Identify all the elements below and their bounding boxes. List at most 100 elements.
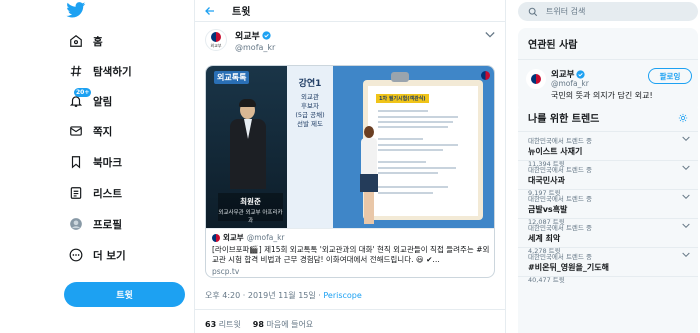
tweet-timestamp: 오후 4:20 · 2019년 11월 15일 · Periscope: [205, 290, 362, 301]
slide-illustration: 1차 필기시험(객관식): [333, 66, 494, 228]
search-icon: [528, 7, 538, 16]
more-icon: [68, 247, 84, 263]
trend-context: 대한민국에서 트렌드 중: [528, 224, 592, 232]
retweets-stat[interactable]: 63 리트윗: [205, 319, 241, 330]
trend-item[interactable]: 대한민국에서 트렌드 중 대국민사과 9,197 트윗: [518, 161, 698, 197]
mofa-seal-icon: [211, 31, 221, 42]
verified-badge-icon: [576, 69, 586, 79]
nav-bookmarks-label: 북마크: [93, 156, 122, 169]
nav-notifications[interactable]: 20+ 알림: [68, 88, 112, 112]
card-avatar: [212, 233, 220, 242]
lecture-topic: 외교관 후보자 (5급 공채) 선발 제도: [295, 93, 325, 128]
chevron-down-icon[interactable]: [682, 165, 690, 171]
gear-icon[interactable]: [678, 113, 688, 123]
trend-item[interactable]: 대한민국에서 트렌드 중 #비온뒤_영원을_기도해 40,477 트윗: [518, 248, 698, 284]
nav-lists-label: 리스트: [93, 187, 122, 200]
trend-item[interactable]: 대한민국에서 트렌드 중 금발vs흑발 12,087 트윗: [518, 190, 698, 226]
likes-stat[interactable]: 98 마음에 들어요: [253, 319, 313, 330]
nav-explore[interactable]: 탐색하기: [68, 60, 132, 82]
notification-badge: 20+: [74, 88, 92, 97]
trend-item[interactable]: 대한민국에서 트렌드 중 세계 최악 4,278 트윗: [518, 219, 698, 255]
left-navigation: 홈 탐색하기 20+ 알림 쪽지 북마크 리스트 프로필 더 보기 트윗: [0, 0, 195, 333]
bell-icon: 20+: [68, 88, 92, 109]
nav-home[interactable]: 홈: [68, 30, 103, 52]
chevron-down-icon[interactable]: [682, 252, 690, 258]
tweet-detail-column: 트윗 외교부 외교부 @mofa_kr 외교톡톡 최원준 외교사무관 외교부 아…: [195, 0, 506, 333]
nav-messages-label: 쪽지: [93, 125, 113, 138]
verified-badge-icon: [262, 31, 271, 40]
card-author-name: 외교부: [223, 233, 244, 242]
envelope-icon: [68, 123, 84, 139]
trend-context: 대한민국에서 트렌드 중: [528, 137, 592, 145]
nav-explore-label: 탐색하기: [93, 65, 132, 78]
main-header: 트윗: [195, 0, 505, 22]
nav-more[interactable]: 더 보기: [68, 244, 126, 266]
timestamp-text: 오후 4:20 · 2019년 11월 15일 ·: [205, 291, 324, 300]
author-handle: @mofa_kr: [235, 43, 276, 52]
card-details: 외교부 @mofa_kr [라이브포파🎬] 제15회 외교톡톡 '외교관과의 대…: [206, 228, 494, 277]
right-sidebar: 연관된 사람 외교부 @mofa_kr 국민의 뜻과 의지가 담긴 외교! 팔로…: [506, 0, 700, 333]
related-user-avatar[interactable]: [526, 69, 546, 89]
video-speaker-panel: 외교톡톡 최원준 외교사무관 외교부 아프리카과: [206, 66, 287, 228]
tweet-stats: 63 리트윗 98 마음에 들어요: [195, 309, 506, 330]
source-link[interactable]: Periscope: [323, 291, 361, 300]
back-arrow-icon[interactable]: [204, 3, 220, 19]
avatar-caption: 외교부: [210, 42, 222, 48]
nav-messages[interactable]: 쪽지: [68, 120, 112, 142]
retweets-label: 리트윗: [218, 320, 241, 329]
trend-name: 대국민사과: [528, 176, 565, 185]
card-text: [라이브포파🎬] 제15회 외교톡톡 '외교관과의 대화' 현직 외교관들이 직…: [212, 245, 490, 264]
profile-icon: [68, 216, 84, 232]
slide-title: 1차 필기시험(객관식): [376, 94, 429, 103]
author-name[interactable]: 외교부: [235, 29, 260, 42]
bookmark-icon: [68, 154, 84, 170]
chevron-down-icon[interactable]: [682, 194, 690, 200]
retweets-count: 63: [205, 320, 217, 329]
trend-item[interactable]: 대한민국에서 트렌드 중 뉴이스트 사재기 11,394 트윗: [518, 132, 698, 168]
presenter-illustration: [358, 126, 380, 226]
speaker-role: 외교사무관 외교부 아프리카과: [218, 210, 283, 224]
card-link[interactable]: pscp.tv: [212, 267, 490, 276]
nav-lists[interactable]: 리스트: [68, 182, 122, 204]
nav-profile[interactable]: 프로필: [68, 213, 122, 235]
trends-title: 나를 위한 트렌드: [528, 114, 600, 125]
hashtag-icon: [68, 63, 84, 79]
trend-count: 40,477 트윗: [528, 276, 565, 284]
twitter-logo-icon[interactable]: [66, 2, 86, 18]
card-author-handle: @mofa_kr: [246, 233, 285, 242]
chevron-down-icon[interactable]: [682, 223, 690, 229]
video-thumbnail[interactable]: 외교톡톡 최원준 외교사무관 외교부 아프리카과 강연1 외교관 후보자 (5급…: [206, 66, 494, 228]
speaker-figure: [228, 99, 268, 191]
nav-bookmarks[interactable]: 북마크: [68, 151, 122, 173]
tweet-author[interactable]: 외교부 외교부 @mofa_kr: [205, 29, 275, 52]
following-button[interactable]: 팔로잉: [648, 68, 692, 84]
trend-name: 뉴이스트 사재기: [528, 147, 583, 156]
related-people-panel: 연관된 사람 외교부 @mofa_kr 국민의 뜻과 의지가 담긴 외교! 팔로…: [518, 28, 698, 113]
lecture-title-panel: 강연1 외교관 후보자 (5급 공채) 선발 제도: [287, 66, 333, 228]
chevron-down-icon[interactable]: [682, 136, 690, 142]
nav-profile-label: 프로필: [93, 218, 122, 231]
speaker-name: 최원준: [240, 197, 261, 206]
trend-name: 금발vs흑발: [528, 205, 568, 214]
search-input[interactable]: [546, 7, 686, 16]
chevron-down-icon[interactable]: [485, 31, 495, 39]
likes-label: 마음에 들어요: [266, 320, 314, 329]
trend-context: 대한민국에서 트렌드 중: [528, 166, 592, 174]
likes-count: 98: [252, 320, 264, 329]
trend-name: #비온뒤_영원을_기도해: [528, 263, 609, 272]
speaker-caption: 최원준 외교사무관 외교부 아프리카과: [218, 193, 283, 224]
trend-context: 대한민국에서 트렌드 중: [528, 195, 592, 203]
video-badge: 외교톡톡: [214, 71, 250, 84]
author-avatar[interactable]: 외교부: [205, 29, 227, 51]
nav-more-label: 더 보기: [93, 249, 126, 262]
list-icon: [68, 185, 84, 201]
trend-name: 세계 최악: [528, 234, 561, 243]
nav-home-label: 홈: [93, 35, 103, 48]
search-bar[interactable]: [518, 2, 698, 21]
lecture-number: 강연1: [298, 79, 322, 89]
trend-context: 대한민국에서 트렌드 중: [528, 253, 592, 261]
compose-tweet-button[interactable]: 트윗: [64, 282, 185, 307]
mofa-watermark-icon: [481, 71, 490, 80]
related-user-bio: 국민의 뜻과 의지가 담긴 외교!: [551, 91, 653, 100]
media-card[interactable]: 외교톡톡 최원준 외교사무관 외교부 아프리카과 강연1 외교관 후보자 (5급…: [205, 65, 495, 278]
